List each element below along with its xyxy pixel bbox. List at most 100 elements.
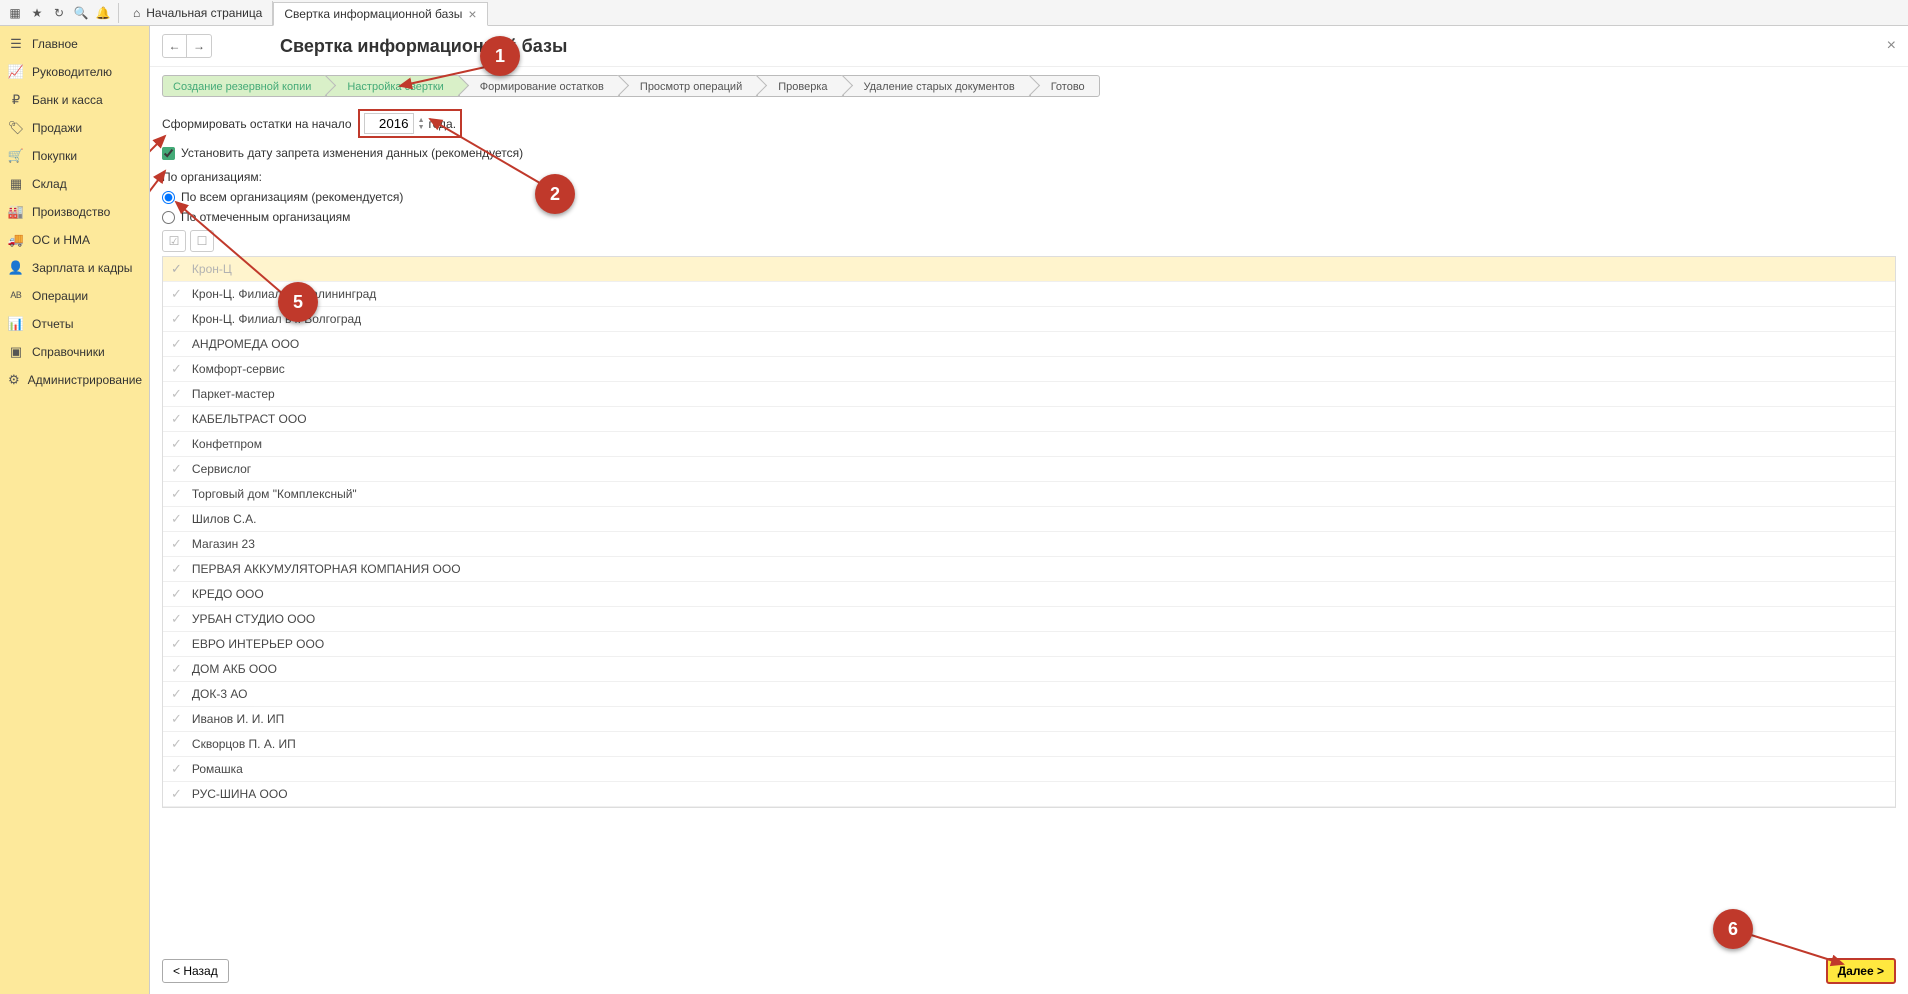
wizard-step-backup[interactable]: Создание резервной копии [162, 75, 326, 97]
sidebar-item-admin[interactable]: ⚙Администрирование [0, 366, 149, 394]
org-row[interactable]: ✓УРБАН СТУДИО ООО [163, 607, 1895, 632]
wizard-step-delete[interactable]: Удаление старых документов [843, 75, 1030, 97]
org-row[interactable]: ✓ РУС-ШИНА ООО [163, 782, 1895, 807]
org-row[interactable]: ✓ ДОМ АКБ ООО [163, 657, 1895, 682]
callout-1: 1 [480, 36, 520, 76]
check-icon: ✓ [171, 461, 182, 477]
tab-current[interactable]: Свертка информационной базы × [273, 2, 487, 26]
wizard-step-review[interactable]: Просмотр операций [619, 75, 757, 97]
sidebar-item-main[interactable]: ☰Главное [0, 30, 149, 58]
toolbar-divider [118, 3, 119, 23]
wizard-step-done[interactable]: Готово [1030, 75, 1100, 97]
sidebar-item-label: Склад [32, 177, 67, 191]
wizard-step-check[interactable]: Проверка [757, 75, 842, 97]
org-row[interactable]: ✓Паркет-мастер [163, 382, 1895, 407]
org-name: ДОМ АКБ ООО [192, 662, 277, 676]
org-row[interactable]: ✓ЕВРО ИНТЕРЬЕР ООО [163, 632, 1895, 657]
sidebar-item-warehouse[interactable]: ▦ Склад [0, 170, 149, 198]
next-button[interactable]: Далее > [1826, 958, 1896, 984]
search-icon[interactable]: 🔍 [70, 2, 92, 24]
org-row[interactable]: ✓АНДРОМЕДА ООО [163, 332, 1895, 357]
check-all-button[interactable]: ☑ [162, 230, 186, 252]
check-icon: ✓ [171, 561, 182, 577]
org-row[interactable]: ✓Иванов И. И. ИП [163, 707, 1895, 732]
sidebar-item-reports[interactable]: 📊 Отчеты [0, 310, 149, 338]
year-input[interactable] [364, 113, 414, 134]
sidebar: ☰Главное 📈Руководителю ₽Банк и касса 🏷Пр… [0, 26, 150, 994]
main-content: ← → Свертка информационной базы × Создан… [150, 26, 1908, 994]
org-name: РУС-ШИНА ООО [192, 787, 288, 801]
sidebar-item-directories[interactable]: ▣ Справочники [0, 338, 149, 366]
org-row[interactable]: ✓ДОК-3 АО [163, 682, 1895, 707]
ops-icon: ᴬᴮ [8, 288, 24, 304]
org-name: Паркет-мастер [192, 387, 275, 401]
check-icon: ✓ [171, 661, 182, 677]
bell-icon[interactable]: 🔔 [92, 2, 114, 24]
star-icon[interactable]: ★ [26, 2, 48, 24]
org-row[interactable]: ✓Конфетпром [163, 432, 1895, 457]
uncheck-all-button[interactable]: ☐ [190, 230, 214, 252]
tab-home[interactable]: ⌂ Начальная страница [123, 1, 273, 25]
org-name: АНДРОМЕДА ООО [192, 337, 299, 351]
close-page-icon[interactable]: × [1887, 37, 1896, 55]
org-name: КРЕДО ООО [192, 587, 264, 601]
sidebar-item-label: Банк и касса [32, 93, 103, 107]
forward-arrow-icon[interactable]: → [187, 35, 211, 57]
grid-icon: ▦ [8, 176, 24, 192]
org-row[interactable]: ✓ПЕРВАЯ АККУМУЛЯТОРНАЯ КОМПАНИЯ ООО [163, 557, 1895, 582]
org-row[interactable]: ✓КРЕДО ООО [163, 582, 1895, 607]
lock-date-checkbox[interactable] [162, 147, 175, 160]
org-row[interactable]: ✓Сервислог [163, 457, 1895, 482]
org-row[interactable]: ✓Крон-Ц. Филиал в г. Калининград [163, 282, 1895, 307]
radio-selected-label: По отмеченным организациям [181, 210, 350, 224]
book-icon: ▣ [8, 344, 24, 360]
check-icon: ✓ [171, 786, 182, 802]
check-icon: ✓ [171, 736, 182, 752]
sidebar-item-production[interactable]: 🏭Производство [0, 198, 149, 226]
org-row[interactable]: ✓ Магазин 23 [163, 532, 1895, 557]
sidebar-item-label: Производство [32, 205, 110, 219]
close-icon[interactable]: × [468, 6, 476, 22]
sidebar-item-sales[interactable]: 🏷Продажи [0, 114, 149, 142]
wizard-step-settings[interactable]: Настройка свертки [326, 75, 458, 97]
org-radio-group: По всем организациям (рекомендуется) По … [162, 190, 1896, 224]
radio-all-input[interactable] [162, 191, 175, 204]
org-name: Магазин 23 [192, 537, 255, 551]
check-icon: ✓ [171, 636, 182, 652]
org-row[interactable]: ✓Скворцов П. А. ИП [163, 732, 1895, 757]
bar-chart-icon: 📊 [8, 316, 24, 332]
history-icon[interactable]: ↻ [48, 2, 70, 24]
check-icon: ✓ [171, 536, 182, 552]
org-row[interactable]: ✓Крон-Ц [163, 257, 1895, 282]
org-row[interactable]: ✓Шилов С.А. [163, 507, 1895, 532]
year-spinner[interactable]: ▲▼ [418, 117, 425, 131]
menu-icon: ☰ [8, 36, 24, 52]
sidebar-item-label: Справочники [32, 345, 105, 359]
sidebar-item-assets[interactable]: 🚚ОС и НМА [0, 226, 149, 254]
sidebar-item-label: Покупки [32, 149, 77, 163]
sidebar-item-bank[interactable]: ₽Банк и касса [0, 86, 149, 114]
org-row[interactable]: ✓КАБЕЛЬТРАСТ ООО [163, 407, 1895, 432]
org-row[interactable]: ✓Торговый дом "Комплексный" [163, 482, 1895, 507]
sidebar-item-manager[interactable]: 📈Руководителю [0, 58, 149, 86]
radio-selected-input[interactable] [162, 211, 175, 224]
org-row[interactable]: ✓Комфорт-сервис [163, 357, 1895, 382]
by-org-label: По организациям: [162, 170, 1896, 184]
back-arrow-icon[interactable]: ← [163, 35, 187, 57]
sidebar-item-operations[interactable]: ᴬᴮОперации [0, 282, 149, 310]
org-row[interactable]: ✓Ромашка [163, 757, 1895, 782]
org-name: ДОК-3 АО [192, 687, 248, 701]
org-row[interactable]: ✓Крон-Ц. Филиал в г. Волгоград [163, 307, 1895, 332]
radio-all-orgs[interactable]: По всем организациям (рекомендуется) [162, 190, 1896, 204]
apps-icon[interactable]: ▦ [4, 2, 26, 24]
tab-current-label: Свертка информационной базы [284, 7, 462, 21]
sidebar-item-purchases[interactable]: 🛒 Покупки [0, 142, 149, 170]
sidebar-item-hr[interactable]: 👤Зарплата и кадры [0, 254, 149, 282]
back-button[interactable]: < Назад [162, 959, 229, 983]
lock-date-checkbox-row[interactable]: Установить дату запрета изменения данных… [162, 146, 1896, 160]
wizard-step-balances[interactable]: Формирование остатков [459, 75, 619, 97]
radio-selected-orgs[interactable]: По отмеченным организациям [162, 210, 1896, 224]
check-icon: ✓ [171, 761, 182, 777]
sidebar-item-label: Отчеты [32, 317, 73, 331]
cart-icon: 🛒 [8, 148, 24, 164]
